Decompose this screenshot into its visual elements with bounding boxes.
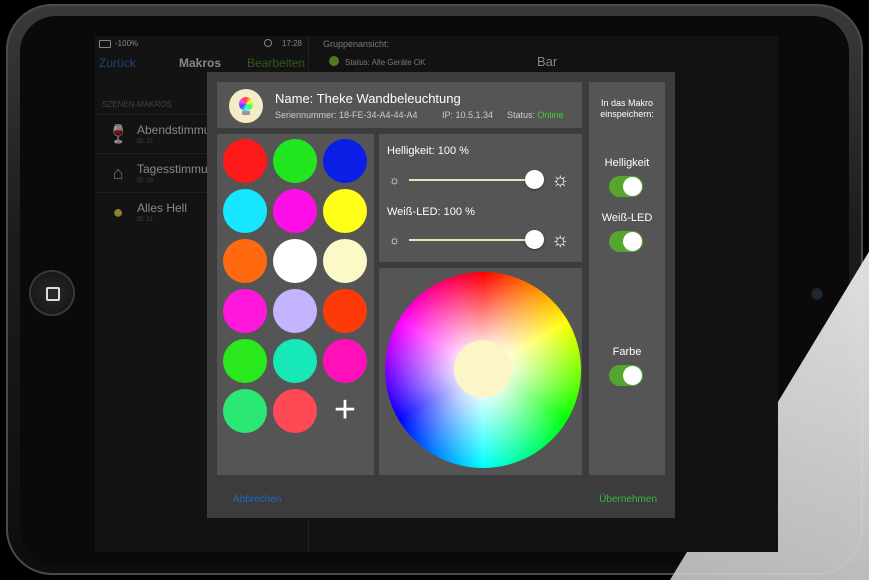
toggle-label: Helligkeit — [604, 157, 650, 169]
color-swatch[interactable] — [323, 289, 367, 333]
device-serial: Seriennummer: 18-FE-34-A4-44-A4 — [275, 110, 418, 120]
toggle-label: Farbe — [612, 346, 642, 358]
device-status: Status: Online — [507, 110, 564, 120]
slider-panel: Helligkeit: 100 % ☼ ☼ Weiß-LED: 100 % ☼ … — [379, 134, 582, 262]
brightness-track[interactable] — [409, 179, 537, 181]
save-to-macro-panel: In das Makro einspeichern: Helligkeit We… — [589, 82, 665, 475]
sun-small-icon: ☼ — [389, 233, 400, 247]
color-swatch[interactable] — [223, 239, 267, 283]
rgb-bulb-icon — [229, 89, 263, 123]
color-swatch[interactable] — [323, 239, 367, 283]
brightness-toggle[interactable] — [609, 176, 643, 197]
color-wheel-panel — [379, 268, 582, 475]
color-toggle[interactable] — [609, 365, 643, 386]
brightness-label: Helligkeit: 100 % — [387, 145, 469, 157]
color-swatch[interactable] — [273, 189, 317, 233]
cancel-button[interactable]: Abbrechen — [233, 494, 281, 505]
color-swatch[interactable] — [323, 189, 367, 233]
color-swatch[interactable] — [273, 239, 317, 283]
sun-small-icon: ☼ — [389, 173, 400, 187]
color-swatch[interactable] — [223, 189, 267, 233]
color-swatch[interactable] — [273, 389, 317, 433]
add-color-button[interactable]: + — [323, 388, 367, 432]
color-swatch[interactable] — [223, 389, 267, 433]
color-swatch[interactable] — [223, 289, 267, 333]
white-led-label: Weiß-LED: 100 % — [387, 206, 475, 218]
white-led-track[interactable] — [409, 239, 537, 241]
camera-lens — [813, 290, 821, 298]
accept-button[interactable]: Übernehmen — [599, 494, 657, 505]
home-button[interactable] — [31, 272, 73, 314]
color-swatch[interactable] — [273, 139, 317, 183]
home-square-icon — [46, 287, 60, 301]
device-name: Name: Theke Wandbeleuchtung — [275, 91, 461, 106]
color-swatch[interactable] — [323, 139, 367, 183]
toggle-label: Weiß-LED — [601, 212, 653, 224]
color-swatch[interactable] — [273, 339, 317, 383]
sun-large-icon: ☼ — [551, 169, 570, 191]
selected-color-indicator[interactable] — [454, 340, 512, 398]
sun-large-icon: ☼ — [551, 229, 570, 251]
app-screen: -100% 17:28 Zurück Makros Bearbeiten SZE… — [95, 36, 778, 552]
modal-footer: Abbrechen Übernehmen — [207, 482, 675, 518]
color-swatch[interactable] — [223, 139, 267, 183]
white-led-slider-knob[interactable] — [525, 230, 544, 249]
brightness-slider-knob[interactable] — [525, 170, 544, 189]
color-swatch[interactable] — [273, 289, 317, 333]
device-header: Name: Theke Wandbeleuchtung Seriennummer… — [217, 82, 582, 128]
save-heading: In das Makro einspeichern: — [600, 98, 654, 119]
online-badge: Online — [537, 110, 564, 120]
device-ip: IP: 10.5.1.34 — [442, 110, 494, 120]
white-led-toggle[interactable] — [609, 231, 643, 252]
device-settings-modal: Name: Theke Wandbeleuchtung Seriennummer… — [207, 72, 675, 518]
color-swatch[interactable] — [323, 339, 367, 383]
color-swatch-grid: + — [217, 134, 374, 475]
color-swatch[interactable] — [223, 339, 267, 383]
